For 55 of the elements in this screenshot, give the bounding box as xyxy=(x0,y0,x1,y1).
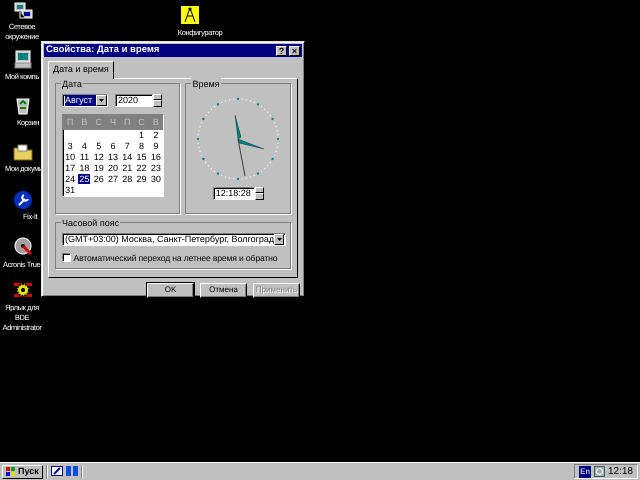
calendar-day[interactable]: 15 xyxy=(136,152,148,162)
calendar-day[interactable]: 8 xyxy=(138,141,146,151)
calendar-day[interactable]: 18 xyxy=(78,163,90,173)
month-value: Август xyxy=(65,94,96,106)
timezone-value: (GMT+03:00) Москва, Санкт-Петербург, Волгоград xyxy=(65,234,274,244)
calendar-day[interactable]: 27 xyxy=(106,174,119,184)
tab[interactable]: Дата и время xyxy=(48,61,114,78)
calendar-day[interactable]: 5 xyxy=(95,141,102,151)
calendar-day[interactable]: 30 xyxy=(150,174,162,184)
close-button[interactable]: × xyxy=(289,46,300,56)
calendar-day[interactable]: 1 xyxy=(138,130,146,140)
checkbox-label: Автоматический переход на летнее время и обратно xyxy=(74,252,278,264)
calendar-day[interactable]: 4 xyxy=(80,141,88,151)
calendar-day[interactable]: 25 xyxy=(78,174,90,184)
time-field[interactable]: 12:18:28 xyxy=(212,186,255,200)
calendar-day[interactable]: 12 xyxy=(92,152,105,162)
weekday-header: В xyxy=(148,114,163,130)
calendar-day[interactable]: 23 xyxy=(150,163,162,173)
calendar-day[interactable]: 28 xyxy=(121,174,134,184)
calendar-day[interactable]: 7 xyxy=(124,141,131,151)
tray-clock: 12:18 xyxy=(608,465,633,479)
calendar-day[interactable]: 13 xyxy=(106,152,119,162)
calendar-day[interactable]: 2 xyxy=(152,130,160,140)
ok-button[interactable]: OK xyxy=(147,282,194,298)
group-label: Время xyxy=(191,78,221,91)
weekday-header: П xyxy=(63,114,78,130)
calendar-day[interactable]: 31 xyxy=(64,185,76,195)
calendar-day[interactable]: 26 xyxy=(92,174,105,184)
calendar-day[interactable]: 9 xyxy=(152,141,160,151)
start-button[interactable]: Пуск xyxy=(2,464,43,478)
window-title: Свойства: Дата и время xyxy=(46,43,160,58)
weekday-header: В xyxy=(77,114,92,130)
calendar-day[interactable]: 21 xyxy=(121,163,134,173)
timezone-dropdown[interactable]: (GMT+03:00) Москва, Санкт-Петербург, Волгоград xyxy=(62,232,286,246)
calendar-day[interactable]: 3 xyxy=(66,141,74,151)
month-dropdown[interactable]: Август xyxy=(62,94,108,106)
weekday-header: Ч xyxy=(106,114,120,130)
calendar-day[interactable]: 24 xyxy=(64,174,76,184)
weekday-header: С xyxy=(92,114,106,130)
help-button[interactable]: ? xyxy=(276,46,287,56)
calendar-day[interactable]: 19 xyxy=(92,163,105,173)
weekday-header: С xyxy=(134,114,149,130)
calendar-day[interactable]: 10 xyxy=(64,152,76,162)
calendar-day[interactable]: 6 xyxy=(109,141,116,151)
calendar-day[interactable]: 20 xyxy=(106,163,119,173)
language-indicator[interactable]: En xyxy=(579,466,591,478)
year-field[interactable]: 2020 xyxy=(115,94,153,106)
calendar-day[interactable]: 17 xyxy=(64,163,76,173)
calendar-day[interactable]: 16 xyxy=(150,152,162,162)
calendar-day[interactable]: 14 xyxy=(121,152,134,162)
calendar-day[interactable]: 22 xyxy=(136,163,148,173)
calendar-day[interactable]: 11 xyxy=(78,152,90,162)
cancel-button[interactable]: Отмена xyxy=(200,282,247,298)
weekday-header: П xyxy=(120,114,134,130)
calendar-day[interactable]: 29 xyxy=(136,174,148,184)
